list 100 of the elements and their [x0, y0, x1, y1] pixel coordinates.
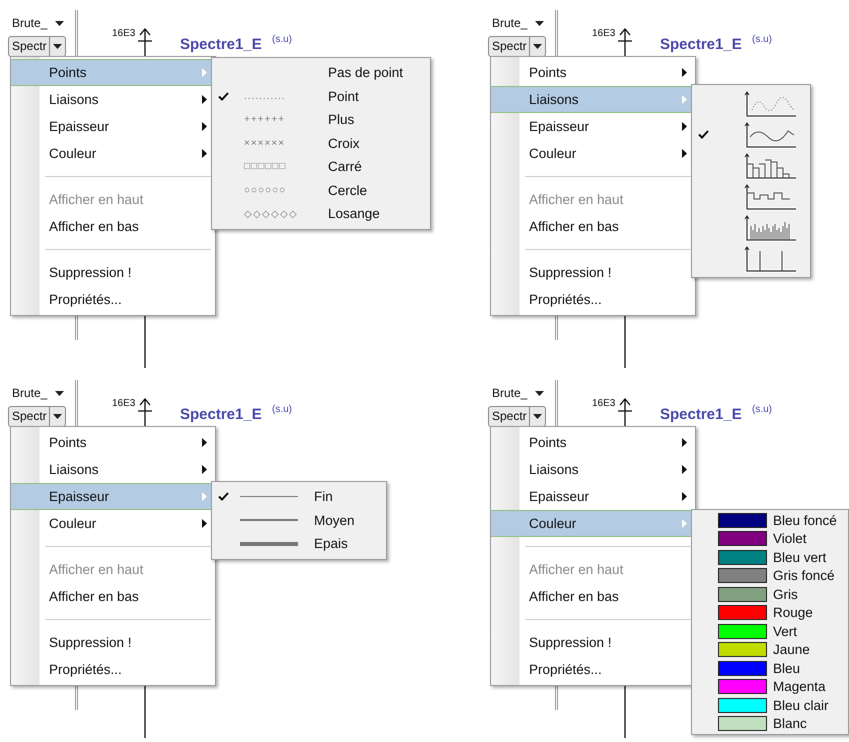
- caret-icon: [55, 390, 64, 396]
- submenu-item[interactable]: ○○○○○○ Cercle: [212, 178, 430, 202]
- step-graph-icon: [744, 182, 798, 210]
- menu-item[interactable]: Afficher en bas: [491, 213, 695, 240]
- submenu-arrow-icon: [682, 68, 687, 77]
- marker-sample: ...........: [244, 90, 286, 102]
- submenu-item[interactable]: Bleu clair: [692, 696, 848, 714]
- menu-item[interactable]: Points: [491, 429, 695, 456]
- series-dropdown[interactable]: Spectr: [488, 406, 546, 427]
- menu-item[interactable]: Propriétés...: [11, 656, 215, 683]
- submenu-item[interactable]: Jaune: [692, 640, 848, 659]
- submenu-arrow-icon: [202, 122, 207, 131]
- menu-item[interactable]: Epaisseur: [11, 113, 215, 140]
- submenu-item[interactable]: Vert: [692, 622, 848, 640]
- caret-icon: [55, 20, 64, 26]
- submenu-item[interactable]: ×××××× Croix: [212, 132, 430, 155]
- marker-sample: ◇◇◇◇◇◇: [244, 208, 298, 220]
- submenu-item[interactable]: Epais: [212, 532, 386, 556]
- caret-icon: [52, 414, 62, 419]
- submenu-item[interactable]: Magenta: [692, 678, 848, 696]
- menu-item[interactable]: Liaisons: [491, 456, 695, 483]
- submenu-item[interactable]: ◇◇◇◇◇◇ Losange: [212, 202, 430, 226]
- submenu-arrow-icon: [682, 519, 687, 528]
- menu-item[interactable]: Liaisons: [11, 86, 215, 113]
- submenu-item[interactable]: Bleu vert: [692, 548, 848, 566]
- submenu-item[interactable]: Moyen: [212, 508, 386, 532]
- menu-item[interactable]: Suppression !: [11, 629, 215, 656]
- menu-item[interactable]: Couleur: [11, 510, 215, 537]
- unit-label: (s.u): [752, 34, 772, 45]
- line-sample: [240, 496, 298, 498]
- impulse-graph-icon: [744, 244, 798, 272]
- submenu-item[interactable]: Pas de point: [212, 61, 430, 84]
- submenu-item[interactable]: ++++++ Plus: [212, 108, 430, 132]
- menu-item[interactable]: Couleur: [11, 140, 215, 167]
- menu-item[interactable]: Afficher en bas: [491, 583, 695, 610]
- submenu-arrow-icon: [202, 465, 207, 474]
- menu-item[interactable]: Epaisseur: [491, 113, 695, 140]
- menu-item[interactable]: Suppression !: [491, 629, 695, 656]
- menu-item[interactable]: Epaisseur: [491, 483, 695, 510]
- submenu-item[interactable]: Fin: [212, 485, 386, 508]
- submenu-item[interactable]: Bleu foncé: [692, 511, 848, 530]
- unit-label: (s.u): [272, 34, 292, 45]
- caret-icon: [532, 44, 542, 49]
- curve-icon: [744, 120, 798, 148]
- histogram-icon: [744, 214, 798, 242]
- submenu-item[interactable]: Gris foncé: [692, 566, 848, 585]
- submenu-item[interactable]: Gris: [692, 585, 848, 604]
- submenu-arrow-icon: [202, 492, 207, 501]
- menu-item[interactable]: Suppression !: [491, 259, 695, 286]
- chart-title: Spectre1_E: [180, 406, 262, 423]
- unit-label: (s.u): [752, 404, 772, 415]
- submenu-arrow-icon: [202, 149, 207, 158]
- axis-label: 16E3: [112, 398, 136, 409]
- chart-title: Spectre1_E: [180, 36, 262, 53]
- series-dropdown[interactable]: Spectr: [8, 36, 66, 57]
- submenu-item[interactable]: Bleu: [692, 659, 848, 678]
- menu-item[interactable]: Points: [11, 429, 215, 456]
- check-icon: [218, 492, 229, 502]
- series-dropdown[interactable]: Spectr: [488, 36, 546, 57]
- submenu-arrow-icon: [682, 95, 687, 104]
- line-sample: [240, 519, 298, 522]
- series-dropdown[interactable]: Spectr: [8, 406, 66, 427]
- submenu-item[interactable]: Rouge: [692, 604, 848, 622]
- check-icon: [218, 92, 229, 101]
- submenu-arrow-icon: [202, 519, 207, 528]
- submenu-arrow-icon: [682, 149, 687, 158]
- marker-sample: □□□□□□: [244, 161, 286, 172]
- unit-label: (s.u): [272, 404, 292, 415]
- axis-label: 16E3: [592, 398, 616, 409]
- dotted-curve-icon: [744, 90, 798, 118]
- submenu-arrow-icon: [682, 438, 687, 447]
- chart-title: Spectre1_E: [660, 36, 742, 53]
- mode-dropdown[interactable]: Brute_: [8, 384, 68, 402]
- menu-item[interactable]: Propriétés...: [491, 286, 695, 313]
- mode-dropdown[interactable]: Brute_: [488, 14, 548, 32]
- caret-icon: [532, 414, 542, 419]
- submenu-item[interactable]: Violet: [692, 530, 848, 548]
- mode-dropdown[interactable]: Brute_: [8, 14, 68, 32]
- axis-label: 16E3: [592, 28, 616, 39]
- menu-item[interactable]: Propriétés...: [491, 656, 695, 683]
- submenu-arrow-icon: [202, 95, 207, 104]
- submenu-item[interactable]: ........... Point: [212, 84, 430, 108]
- menu-item[interactable]: Couleur: [491, 140, 695, 167]
- mode-dropdown[interactable]: Brute_: [488, 384, 548, 402]
- caret-icon: [52, 44, 62, 49]
- menu-item[interactable]: Afficher en bas: [11, 213, 215, 240]
- submenu-item[interactable]: Blanc: [692, 714, 848, 733]
- menu-item[interactable]: Liaisons: [11, 456, 215, 483]
- axis-label: 16E3: [112, 28, 136, 39]
- submenu-arrow-icon: [202, 68, 207, 77]
- bar-graph-icon: [744, 152, 798, 180]
- line-sample: [240, 542, 298, 546]
- menu-item[interactable]: Suppression !: [11, 259, 215, 286]
- caret-icon: [535, 390, 544, 396]
- submenu-arrow-icon: [682, 465, 687, 474]
- submenu-item[interactable]: □□□□□□ Carré: [212, 155, 430, 178]
- menu-item[interactable]: Afficher en bas: [11, 583, 215, 610]
- menu-item[interactable]: Points: [491, 59, 695, 86]
- marker-sample: ○○○○○○: [244, 184, 286, 196]
- menu-item[interactable]: Propriétés...: [11, 286, 215, 313]
